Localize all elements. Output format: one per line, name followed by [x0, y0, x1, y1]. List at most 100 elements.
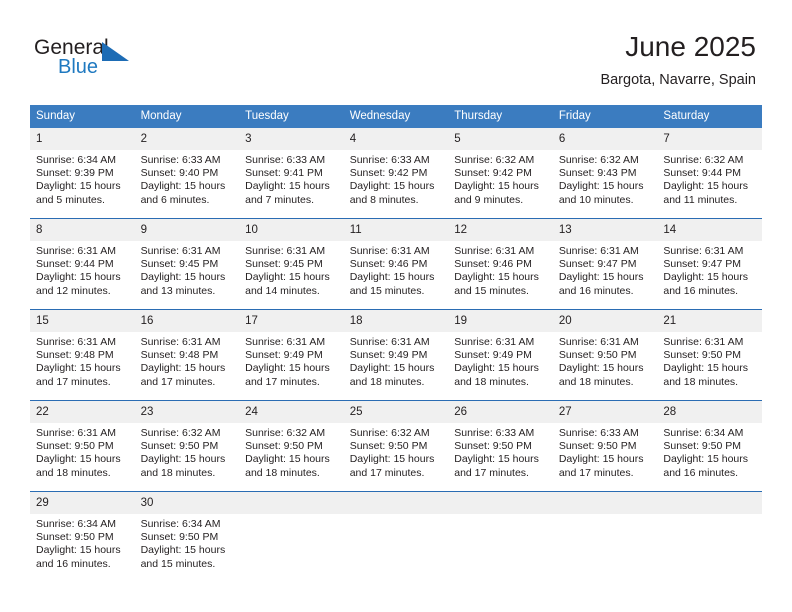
day-number: [448, 492, 553, 514]
sunrise-text: Sunrise: 6:31 AM: [349, 336, 430, 348]
day-details: Sunrise: 6:31 AM Sunset: 9:47 PM Daylight:…: [657, 241, 762, 298]
sunset-text: Sunset: 9:40 PM: [140, 167, 219, 180]
day-cell[interactable]: 9 Sunrise: 6:31 AM Sunset: 9:45 PM Daylight…: [134, 218, 240, 310]
day-details: Sunrise: 6:31 AM Sunset: 9:47 PM Daylight:…: [553, 241, 658, 298]
sunset-text: Sunset: 9:46 PM: [454, 258, 532, 271]
sunrise-text: Sunrise: 6:33 AM: [349, 154, 430, 166]
day-cell[interactable]: 29 Sunrise: 6:34 AM Sunset: 9:50 PM Dayligh…: [30, 491, 135, 582]
day-details: Sunrise: 6:31 AM Sunset: 9:45 PM Daylight:…: [239, 241, 344, 298]
day-number: 20: [552, 310, 658, 332]
day-cell[interactable]: 10 Sunrise: 6:31 AM Sunset: 9:45 PM Dayligh…: [239, 218, 344, 310]
day-cell[interactable]: 16 Sunrise: 6:31 AM Sunset: 9:48 PM Dayligh…: [134, 309, 240, 401]
sunset-text: Sunset: 9:41 PM: [245, 167, 323, 180]
daylight-text: Daylight: 15 hours and 5 minutes.: [36, 180, 121, 206]
calendar-week-row: 15 Sunrise: 6:31 AM Sunset: 9:48 PM Dayligh…: [30, 309, 762, 401]
day-cell[interactable]: 23 Sunrise: 6:32 AM Sunset: 9:50 PM Dayligh…: [134, 400, 240, 492]
sunrise-text: Sunrise: 6:33 AM: [140, 154, 221, 166]
sunrise-text: Sunrise: 6:33 AM: [454, 427, 535, 439]
day-cell[interactable]: 18 Sunrise: 6:31 AM Sunset: 9:49 PM Dayligh…: [343, 309, 449, 401]
day-cell[interactable]: 30 Sunrise: 6:34 AM Sunset: 9:50 PM Dayligh…: [134, 491, 240, 582]
day-cell[interactable]: 24 Sunrise: 6:32 AM Sunset: 9:50 PM Dayligh…: [239, 400, 344, 492]
general-blue-logo[interactable]: General Blue: [34, 36, 144, 82]
daylight-text: Daylight: 15 hours and 14 minutes.: [245, 271, 330, 297]
sunset-text: Sunset: 9:49 PM: [349, 349, 428, 362]
daylight-text: Daylight: 15 hours and 15 minutes.: [454, 271, 539, 297]
day-number: 23: [134, 401, 240, 423]
daylight-text: Daylight: 15 hours and 6 minutes.: [140, 180, 226, 206]
day-cell[interactable]: 4 Sunrise: 6:33 AM Sunset: 9:42 PM Daylight…: [343, 128, 449, 219]
sunset-text: Sunset: 9:50 PM: [140, 440, 219, 453]
title-block: June 2025 Bargota, Navarre, Spain: [600, 30, 756, 90]
day-cell[interactable]: 7 Sunrise: 6:32 AM Sunset: 9:44 PM Daylight…: [657, 128, 762, 219]
sunset-text: Sunset: 9:47 PM: [663, 258, 742, 271]
day-number: [657, 492, 762, 514]
calendar-week-row: 22 Sunrise: 6:31 AM Sunset: 9:50 PM Dayligh…: [30, 400, 762, 492]
day-cell[interactable]: 14 Sunrise: 6:31 AM Sunset: 9:47 PM Dayligh…: [657, 218, 762, 310]
sunrise-text: Sunrise: 6:34 AM: [663, 427, 744, 439]
sunset-text: Sunset: 9:50 PM: [349, 440, 428, 453]
day-number: 8: [30, 219, 135, 241]
sunrise-text: Sunrise: 6:31 AM: [36, 245, 116, 257]
daylight-text: Daylight: 15 hours and 18 minutes.: [140, 453, 226, 479]
sunset-text: Sunset: 9:44 PM: [36, 258, 114, 271]
sunset-text: Sunset: 9:43 PM: [558, 167, 637, 180]
day-cell[interactable]: 28 Sunrise: 6:34 AM Sunset: 9:50 PM Dayligh…: [657, 400, 762, 492]
daylight-text: Daylight: 15 hours and 8 minutes.: [349, 180, 435, 206]
day-cell-empty: [448, 491, 553, 582]
weekday-header-monday: Monday: [134, 105, 240, 128]
day-details: Sunrise: 6:34 AM Sunset: 9:50 PM Daylight:…: [30, 514, 135, 571]
day-details: Sunrise: 6:33 AM Sunset: 9:40 PM Daylight:…: [135, 150, 240, 207]
day-details: Sunrise: 6:31 AM Sunset: 9:49 PM Daylight:…: [448, 332, 553, 389]
sunset-text: Sunset: 9:46 PM: [349, 258, 428, 271]
day-details: Sunrise: 6:32 AM Sunset: 9:43 PM Daylight:…: [553, 150, 658, 207]
sunrise-text: Sunrise: 6:33 AM: [558, 427, 639, 439]
daylight-text: Daylight: 15 hours and 16 minutes.: [558, 271, 644, 297]
sunrise-text: Sunrise: 6:32 AM: [140, 427, 221, 439]
daylight-text: Daylight: 15 hours and 7 minutes.: [245, 180, 330, 206]
day-cell[interactable]: 17 Sunrise: 6:31 AM Sunset: 9:49 PM Dayligh…: [239, 309, 344, 401]
day-cell[interactable]: 12 Sunrise: 6:31 AM Sunset: 9:46 PM Dayligh…: [448, 218, 553, 310]
daylight-text: Daylight: 15 hours and 18 minutes.: [558, 362, 644, 388]
day-details: Sunrise: 6:32 AM Sunset: 9:50 PM Daylight:…: [239, 423, 344, 480]
day-number: 25: [343, 401, 449, 423]
day-details: Sunrise: 6:33 AM Sunset: 9:42 PM Daylight:…: [344, 150, 449, 207]
sunrise-text: Sunrise: 6:34 AM: [36, 154, 116, 166]
day-number: 14: [657, 219, 762, 241]
day-cell[interactable]: 1 Sunrise: 6:34 AM Sunset: 9:39 PM Daylight…: [30, 128, 135, 219]
daylight-text: Daylight: 15 hours and 16 minutes.: [36, 544, 121, 570]
day-details: Sunrise: 6:31 AM Sunset: 9:44 PM Daylight:…: [30, 241, 135, 298]
sunrise-text: Sunrise: 6:31 AM: [454, 336, 535, 348]
sunset-text: Sunset: 9:49 PM: [245, 349, 323, 362]
day-cell[interactable]: 26 Sunrise: 6:33 AM Sunset: 9:50 PM Dayligh…: [448, 400, 553, 492]
day-cell[interactable]: 22 Sunrise: 6:31 AM Sunset: 9:50 PM Dayligh…: [30, 400, 135, 492]
day-cell[interactable]: 27 Sunrise: 6:33 AM Sunset: 9:50 PM Dayligh…: [552, 400, 658, 492]
sunrise-text: Sunrise: 6:31 AM: [36, 427, 116, 439]
day-number: 16: [134, 310, 240, 332]
day-cell[interactable]: 8 Sunrise: 6:31 AM Sunset: 9:44 PM Daylight…: [30, 218, 135, 310]
daylight-text: Daylight: 15 hours and 16 minutes.: [663, 271, 749, 297]
sunset-text: Sunset: 9:47 PM: [558, 258, 637, 271]
sunrise-text: Sunrise: 6:34 AM: [36, 518, 116, 530]
day-details: Sunrise: 6:34 AM Sunset: 9:50 PM Daylight:…: [135, 514, 240, 571]
day-cell[interactable]: 20 Sunrise: 6:31 AM Sunset: 9:50 PM Dayligh…: [552, 309, 658, 401]
day-cell[interactable]: 15 Sunrise: 6:31 AM Sunset: 9:48 PM Dayligh…: [30, 309, 135, 401]
day-details: Sunrise: 6:31 AM Sunset: 9:48 PM Daylight:…: [135, 332, 240, 389]
day-cell[interactable]: 25 Sunrise: 6:32 AM Sunset: 9:50 PM Dayligh…: [343, 400, 449, 492]
weekday-header-thursday: Thursday: [448, 105, 553, 128]
sunrise-text: Sunrise: 6:32 AM: [454, 154, 535, 166]
day-number: 28: [657, 401, 762, 423]
day-cell[interactable]: 19 Sunrise: 6:31 AM Sunset: 9:49 PM Dayligh…: [448, 309, 553, 401]
day-cell[interactable]: 2 Sunrise: 6:33 AM Sunset: 9:40 PM Daylight…: [134, 128, 240, 219]
day-cell[interactable]: 21 Sunrise: 6:31 AM Sunset: 9:50 PM Dayligh…: [657, 309, 762, 401]
day-cell[interactable]: 3 Sunrise: 6:33 AM Sunset: 9:41 PM Daylight…: [239, 128, 344, 219]
day-number: 30: [134, 492, 240, 514]
sunset-text: Sunset: 9:45 PM: [245, 258, 323, 271]
day-cell[interactable]: 6 Sunrise: 6:32 AM Sunset: 9:43 PM Daylight…: [552, 128, 658, 219]
day-cell[interactable]: 13 Sunrise: 6:31 AM Sunset: 9:47 PM Dayligh…: [552, 218, 658, 310]
day-details: Sunrise: 6:31 AM Sunset: 9:50 PM Daylight:…: [553, 332, 658, 389]
day-cell[interactable]: 11 Sunrise: 6:31 AM Sunset: 9:46 PM Dayligh…: [343, 218, 449, 310]
day-number: 17: [239, 310, 344, 332]
day-number: 29: [30, 492, 135, 514]
day-details: Sunrise: 6:31 AM Sunset: 9:49 PM Daylight:…: [344, 332, 449, 389]
day-cell[interactable]: 5 Sunrise: 6:32 AM Sunset: 9:42 PM Daylight…: [448, 128, 553, 219]
